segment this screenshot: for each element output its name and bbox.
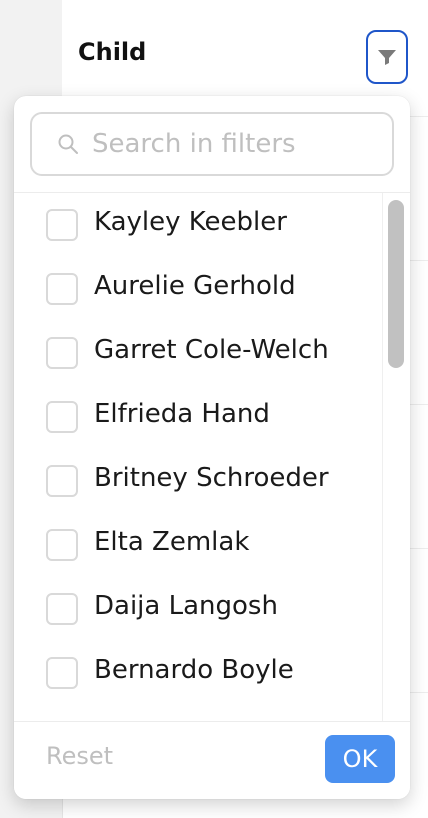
filter-option-label: Aurelie Gerhold bbox=[94, 271, 296, 301]
filter-option[interactable]: Bernardo Boyle bbox=[14, 641, 382, 705]
dropdown-footer: Reset OK bbox=[14, 722, 410, 799]
filter-option-label: Elfrieda Hand bbox=[94, 399, 270, 429]
filter-option[interactable]: Garret Cole-Welch bbox=[14, 321, 382, 385]
filter-option[interactable]: Daija Langosh bbox=[14, 577, 382, 641]
checkbox[interactable] bbox=[46, 593, 78, 625]
filter-icon bbox=[375, 45, 399, 69]
scrollbar-thumb[interactable] bbox=[388, 200, 404, 368]
checkbox[interactable] bbox=[46, 401, 78, 433]
filter-option-label: Britney Schroeder bbox=[94, 463, 329, 493]
checkbox[interactable] bbox=[46, 657, 78, 689]
filter-option-label: Kayley Keebler bbox=[94, 207, 287, 237]
filter-option-label: Elta Zemlak bbox=[94, 527, 250, 557]
search-input[interactable] bbox=[92, 124, 382, 164]
checkbox[interactable] bbox=[46, 209, 78, 241]
checkbox[interactable] bbox=[46, 273, 78, 305]
filter-option[interactable]: Britney Schroeder bbox=[14, 449, 382, 513]
search-icon bbox=[56, 132, 80, 156]
column-title-child: Child bbox=[78, 38, 147, 66]
filter-button[interactable] bbox=[366, 30, 408, 84]
checkbox[interactable] bbox=[46, 465, 78, 497]
filter-options-list: Kayley Keebler Aurelie Gerhold Garret Co… bbox=[14, 193, 382, 721]
filter-option[interactable]: Kayley Keebler bbox=[14, 193, 382, 257]
checkbox[interactable] bbox=[46, 337, 78, 369]
filter-option-label: Bernardo Boyle bbox=[94, 655, 294, 685]
filter-dropdown: Kayley Keebler Aurelie Gerhold Garret Co… bbox=[14, 96, 410, 799]
filter-option[interactable]: Elta Zemlak bbox=[14, 513, 382, 577]
checkbox[interactable] bbox=[46, 529, 78, 561]
filter-option-label: Garret Cole-Welch bbox=[94, 335, 329, 365]
filter-option-label: Daija Langosh bbox=[94, 591, 278, 621]
filter-option[interactable]: Elfrieda Hand bbox=[14, 385, 382, 449]
ok-button[interactable]: OK bbox=[325, 735, 395, 783]
search-box[interactable] bbox=[30, 112, 394, 176]
reset-button[interactable]: Reset bbox=[46, 742, 113, 770]
filter-option[interactable]: Aurelie Gerhold bbox=[14, 257, 382, 321]
